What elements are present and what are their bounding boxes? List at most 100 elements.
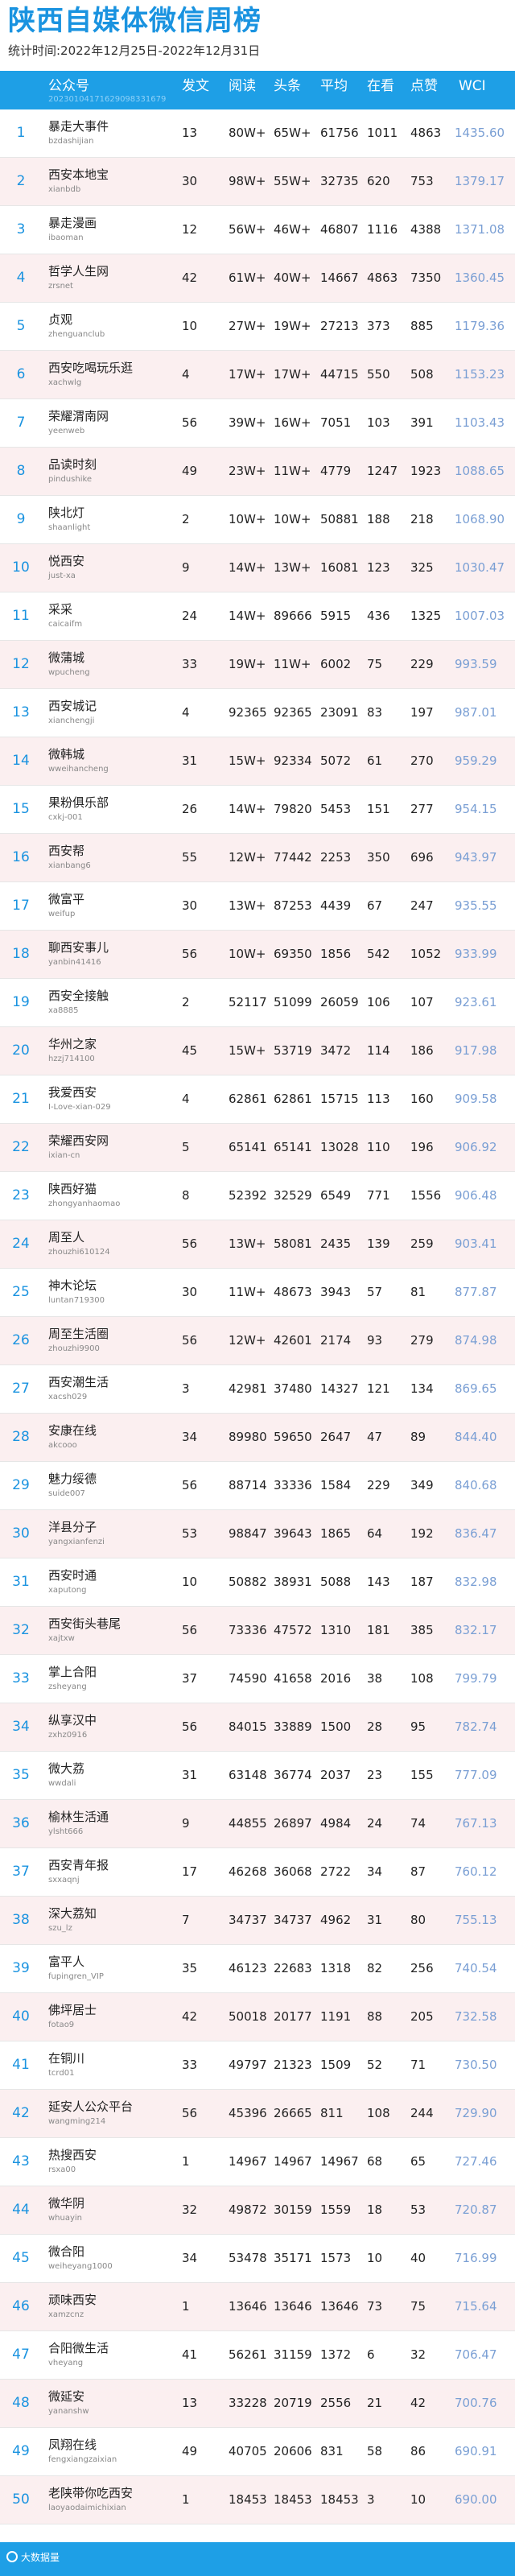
table-row: 8 品读时刻 pindushike 49 23W+ 11W+ 4779 1247 1923 108… [0,448,515,496]
cell-likes: 10 [410,2492,426,2507]
cell-looks: 1247 [367,464,398,478]
cell-account-id: xamzcnz [48,2310,84,2319]
cell-rank: 16 [12,849,30,865]
cell-likes: 71 [410,2058,426,2072]
cell-reads: 53478 [229,2251,267,2265]
cell-rank: 23 [12,1187,30,1203]
cell-likes: 187 [410,1575,434,1589]
cell-average: 811 [320,2106,344,2120]
cell-reads: 42981 [229,1381,267,1396]
cell-account-name: 微合阳 [48,2244,85,2259]
cell-posts: 10 [182,319,198,333]
cell-account-name: 悦西安 [48,554,85,568]
cell-average: 4962 [320,1913,352,1927]
cell-looks: 188 [367,512,390,526]
cell-posts: 45 [182,1043,198,1058]
cell-wci: 906.48 [455,1188,497,1203]
cell-account-id: xianbdb [48,185,81,194]
cell-likes: 160 [410,1092,434,1106]
table-row: 18 聊西安事儿 yanbin41416 56 10W+ 69350 1856 542 1052… [0,931,515,979]
cell-likes: 1325 [410,609,442,623]
table-row: 1 暴走大事件 bzdashijian 13 80W+ 65W+ 61756 1011 4863… [0,109,515,158]
cell-rank: 6 [16,366,26,382]
cell-posts: 55 [182,850,198,865]
cell-posts: 56 [182,2106,198,2120]
cell-account-id: yanbin41416 [48,958,101,967]
cell-wci: 716.99 [455,2251,497,2265]
cell-rank: 10 [12,559,30,576]
cell-posts: 12 [182,222,198,237]
cell-account-id: fengxiangzaixian [48,2455,117,2464]
cell-account-name: 老陕带你吃西安 [48,2486,134,2500]
cell-likes: 40 [410,2251,426,2265]
cell-reads: 50882 [229,1575,267,1589]
cell-likes: 325 [410,560,434,575]
cell-wci: 715.64 [455,2299,497,2314]
table-row: 12 微蒲城 wpucheng 33 19W+ 11W+ 6002 75 229 993.59 [0,641,515,689]
cell-reads: 65141 [229,1140,267,1154]
cell-account-id: fotao9 [48,2021,75,2029]
cell-reads: 13646 [229,2299,267,2314]
cell-account-name: 暴走漫画 [48,216,97,230]
table-row: 9 陕北灯 shaanlight 2 10W+ 10W+ 50881 188 218 1068.9… [0,496,515,544]
cell-average: 5072 [320,753,352,768]
cell-average: 2016 [320,1671,352,1686]
cell-wci: 1103.43 [455,415,505,430]
cell-account-name: 深大荔知 [48,1906,97,1921]
cell-account-name: 安康在线 [48,1423,97,1438]
table-row: 23 陕西好猫 zhongyanhaomao 8 52392 32529 6549 771 15… [0,1172,515,1220]
cell-headline: 20606 [274,2444,312,2458]
cell-rank: 27 [12,1381,30,1397]
cell-likes: 192 [410,1526,434,1541]
cell-reads: 10W+ [229,512,266,526]
cell-headline: 13W+ [274,560,311,575]
cell-likes: 4388 [410,222,442,237]
cell-looks: 34 [367,1864,383,1879]
cell-reads: 73336 [229,1623,267,1637]
cell-likes: 75 [410,2299,426,2314]
cell-headline: 19W+ [274,319,311,333]
cell-rank: 24 [12,1236,30,1252]
cell-reads: 92365 [229,705,267,720]
cell-rank: 48 [12,2395,30,2411]
cell-looks: 373 [367,319,390,333]
cell-headline: 65W+ [274,126,311,140]
cell-looks: 24 [367,1816,383,1831]
cell-headline: 30159 [274,2202,312,2217]
cell-wci: 690.00 [455,2492,497,2507]
cell-rank: 47 [12,2347,30,2363]
cell-likes: 197 [410,705,434,720]
cell-account-name: 聊西安事儿 [48,940,109,955]
cell-average: 2722 [320,1864,352,1879]
table-row: 33 掌上合阳 zsheyang 37 74590 41658 2016 38 108 799.7… [0,1655,515,1703]
cell-average: 5915 [320,609,352,623]
cell-account-name: 我爱西安 [48,1085,97,1100]
cell-headline: 89666 [274,609,312,623]
cell-average: 46807 [320,222,359,237]
cell-average: 14967 [320,2154,359,2169]
cell-headline: 92365 [274,705,312,720]
cell-looks: 38 [367,1671,383,1686]
cell-reads: 88714 [229,1478,267,1492]
cell-posts: 34 [182,1430,198,1444]
cell-account-name: 荣耀渭南网 [48,409,109,423]
cell-account-id: wpucheng [48,668,90,677]
cell-wci: 935.55 [455,898,497,913]
cell-headline: 65141 [274,1140,312,1154]
cell-likes: 186 [410,1043,434,1058]
cell-account-id: just-xa [48,572,76,580]
cell-reads: 19W+ [229,657,266,671]
cell-likes: 1923 [410,464,442,478]
cell-looks: 108 [367,2106,390,2120]
cell-reads: 13W+ [229,1236,266,1251]
cell-posts: 30 [182,898,198,913]
cell-account-name: 陕西好猫 [48,1182,97,1196]
cell-likes: 508 [410,367,434,382]
cell-account-id: ixian-cn [48,1151,80,1160]
cell-looks: 620 [367,174,390,188]
cell-wci: 1153.23 [455,367,505,382]
cell-likes: 205 [410,2009,434,2024]
cell-headline: 55W+ [274,174,311,188]
cell-average: 3472 [320,1043,352,1058]
cell-wci: 1179.36 [455,319,505,333]
